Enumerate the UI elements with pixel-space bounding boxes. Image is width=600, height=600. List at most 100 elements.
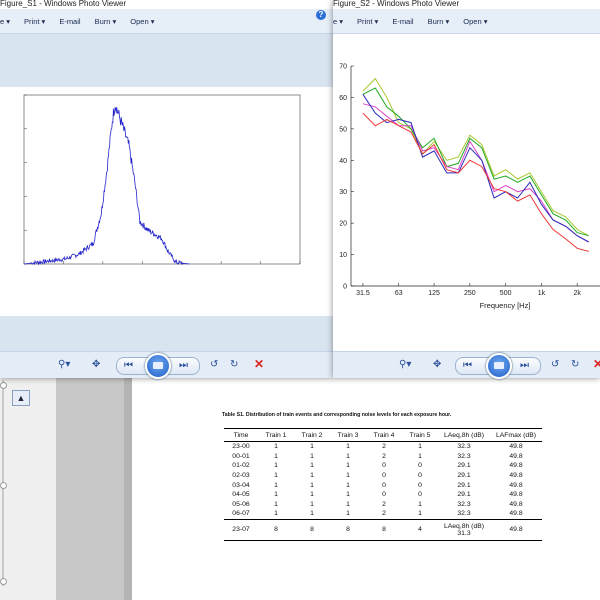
series-line — [362, 87, 589, 237]
table-cell: 0 — [382, 472, 386, 480]
delete-icon[interactable]: ✕ — [254, 358, 264, 370]
menu-print[interactable]: Print ▾ — [24, 17, 45, 26]
fit-icon[interactable]: ✥ — [92, 359, 100, 371]
table-cell: 1 — [310, 452, 314, 460]
y-tick-label: 70 — [339, 64, 347, 71]
total-train4: 8 — [366, 518, 402, 541]
window-title-bar-2[interactable]: Figure_S2 - Windows Photo Viewer — [333, 0, 600, 9]
zoom-icon[interactable]: ⚲▾ — [399, 359, 411, 371]
table-cell: 1 — [310, 462, 314, 470]
collapse-panel-button[interactable]: ▲ — [12, 390, 30, 406]
splitter-knob-bottom[interactable] — [0, 578, 7, 585]
menu-open[interactable]: Open ▾ — [130, 17, 154, 26]
window-title-bar[interactable]: Figure_S1 - Windows Photo Viewer — [0, 0, 333, 9]
rotate-cw-icon[interactable]: ↻ — [230, 359, 238, 371]
total-laeq-value: 31.3 — [457, 529, 471, 537]
document-gutter-edge — [124, 378, 132, 600]
y-tick-label: 50 — [339, 126, 347, 133]
table-cell: 04-05 — [232, 491, 250, 499]
table-row: 01-02 1 1 1 0 0 29.1 49.8 — [224, 461, 542, 471]
col-header-train1: Train 1 — [258, 428, 294, 442]
menu-open-2[interactable]: Open ▾ — [463, 17, 487, 26]
previous-icon[interactable]: ⏮ — [124, 360, 133, 372]
table-cell: 02-03 — [232, 472, 250, 480]
table-cell: 49.8 — [509, 472, 523, 480]
slideshow-icon[interactable] — [145, 353, 171, 379]
total-train5: 4 — [402, 518, 438, 541]
rotate-ccw-icon[interactable]: ↺ — [551, 359, 559, 371]
table-caption: Table S1. Distribution of train events a… — [222, 412, 452, 418]
table-total-row: 23-07 8 8 8 8 4 LAeq,8h (dB) 31.3 49.8 — [224, 518, 542, 541]
splitter-knob-top[interactable] — [0, 382, 7, 389]
zoom-icon[interactable]: ⚲▾ — [58, 359, 70, 371]
table-row: 00-01 1 1 1 2 1 32.3 49.8 — [224, 452, 542, 462]
rotate-cw-icon[interactable]: ↻ — [571, 359, 579, 371]
table-cell: 1 — [310, 443, 314, 451]
total-time: 23-07 — [224, 518, 258, 541]
table-cell: 1 — [418, 452, 422, 460]
menu-burn-2[interactable]: Burn ▾ — [428, 17, 450, 26]
figure-s1-image — [0, 87, 333, 316]
menu-bar: e ▾ Print ▾ E-mail Burn ▾ Open ▾ — [0, 9, 333, 34]
col-header-laeq: LAeq,8h (dB) — [438, 428, 490, 442]
table-cell: 49.8 — [509, 500, 523, 508]
x-tick-label: 250 — [464, 290, 476, 297]
fit-icon[interactable]: ✥ — [433, 359, 441, 371]
window-title-2: Figure_S2 - Windows Photo Viewer — [333, 0, 460, 8]
table-cell: 32.3 — [457, 452, 471, 460]
menu-file-2[interactable]: e ▾ — [333, 17, 343, 26]
menu-email-2[interactable]: E-mail — [392, 17, 413, 26]
table-cell: 23-00 — [232, 443, 250, 451]
x-axis-label: Frequency [Hz] — [480, 301, 531, 310]
table-row: 23-00 1 1 1 2 1 32.3 49.8 — [224, 442, 542, 452]
table-cell: 1 — [274, 481, 278, 489]
table-row: 02-03 1 1 1 0 0 29.1 49.8 — [224, 471, 542, 481]
table-cell: 1 — [274, 443, 278, 451]
menu-print-2[interactable]: Print ▾ — [357, 17, 378, 26]
table-cell: 2 — [382, 452, 386, 460]
menu-burn[interactable]: Burn ▾ — [95, 17, 117, 26]
table-cell: 0 — [382, 462, 386, 470]
next-icon[interactable]: ⏭ — [520, 360, 529, 372]
total-train1: 8 — [258, 518, 294, 541]
delete-icon[interactable]: ✕ — [593, 358, 600, 370]
table-cell: 1 — [274, 491, 278, 499]
col-header-time: Time — [224, 428, 258, 442]
noise-table: Time Train 1 Train 2 Train 3 Train 4 Tra… — [224, 428, 542, 541]
table-cell: 29.1 — [457, 462, 471, 470]
menu-file[interactable]: e ▾ — [0, 17, 10, 26]
y-tick-label: 30 — [339, 189, 347, 196]
table-cell: 0 — [418, 491, 422, 499]
chevron-up-icon: ▲ — [16, 393, 26, 403]
menu-bar-2: e ▾ Print ▾ E-mail Burn ▾ Open ▾ — [333, 9, 600, 34]
next-icon[interactable]: ⏭ — [179, 360, 188, 372]
table-cell: 01-02 — [232, 462, 250, 470]
slideshow-icon[interactable] — [486, 353, 512, 379]
y-tick-label: 20 — [339, 221, 347, 228]
menu-email[interactable]: E-mail — [59, 17, 80, 26]
table-cell: 1 — [310, 500, 314, 508]
photo-viewer-window-1[interactable]: Figure_S1 - Windows Photo Viewer e ▾ Pri… — [0, 0, 333, 379]
rotate-ccw-icon[interactable]: ↺ — [210, 359, 218, 371]
table-cell: 1 — [274, 462, 278, 470]
table-cell: 1 — [274, 452, 278, 460]
photo-viewer-window-2[interactable]: Figure_S2 - Windows Photo Viewer e ▾ Pri… — [333, 0, 600, 379]
table-cell: 0 — [382, 481, 386, 489]
table-cell: 1 — [346, 510, 350, 518]
table-cell: 2 — [382, 510, 386, 518]
y-tick-label: 40 — [339, 158, 347, 165]
image-area — [0, 34, 333, 352]
help-icon[interactable]: ? — [316, 10, 326, 20]
table-cell: 1 — [346, 500, 350, 508]
total-lafmax: 49.8 — [490, 518, 542, 541]
total-laeq-label: LAeq,8h (dB) — [443, 522, 485, 530]
image-area-2: 0 10 20 30 40 50 60 70 31.5 63 125 250 500 1k 2k Frequ… — [333, 34, 600, 352]
col-header-train5: Train 5 — [402, 428, 438, 442]
table-cell: 49.8 — [509, 443, 523, 451]
table-cell: 1 — [274, 510, 278, 518]
previous-icon[interactable]: ⏮ — [463, 360, 472, 372]
splitter-knob-mid[interactable] — [0, 482, 7, 489]
table-cell: 1 — [346, 462, 350, 470]
table-cell: 49.8 — [509, 481, 523, 489]
table-cell: 1 — [346, 481, 350, 489]
